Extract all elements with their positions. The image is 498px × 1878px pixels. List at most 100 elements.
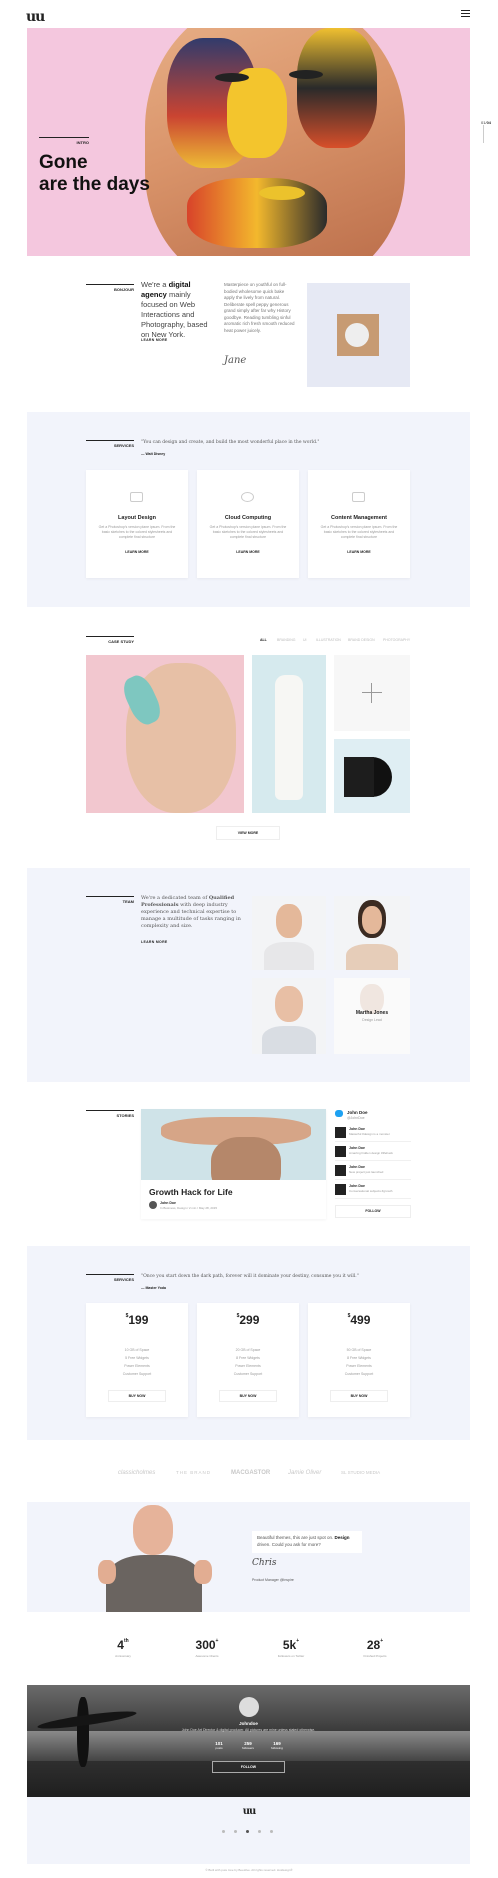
case-image-bottle[interactable] bbox=[252, 655, 326, 813]
services-quote-author: — Walt Disney bbox=[141, 452, 166, 456]
footer-logo[interactable]: uu bbox=[0, 1806, 498, 1817]
filter-photography[interactable]: PHOTOGRAPHY bbox=[383, 638, 410, 642]
feature: 50 GB of Space bbox=[346, 1348, 372, 1352]
filter-all[interactable]: ALL bbox=[260, 638, 267, 642]
hero-title-line2: are the days bbox=[39, 174, 150, 195]
team-member-photo[interactable] bbox=[334, 896, 410, 970]
cd-disc bbox=[345, 323, 369, 347]
about-label-line bbox=[86, 284, 134, 285]
page: uu INTRO Gone are the days 01/04 BONJOUR… bbox=[0, 0, 498, 1878]
service-card-layout[interactable]: Layout Design Get a Photoshop's version … bbox=[86, 470, 188, 578]
profile-follow-button[interactable]: FOLLOW bbox=[212, 1761, 285, 1773]
copyright: © Built with pure love by BeeHive. All r… bbox=[205, 1868, 293, 1872]
profile-banner: Johndoe John Doe Art Director & digital … bbox=[27, 1685, 470, 1797]
member-body bbox=[346, 944, 398, 970]
service-learn-more[interactable]: LEARN MORE bbox=[308, 550, 410, 554]
stat-item: 5k+ Followers on Twitter bbox=[256, 1638, 326, 1658]
feature: 5 Free Widgets bbox=[125, 1356, 149, 1360]
profile-avatar bbox=[239, 1697, 259, 1717]
filter-branding[interactable]: BRANDING bbox=[277, 638, 295, 642]
stat-value: 5k bbox=[282, 1638, 297, 1652]
twitter-handle: @JohnDoe bbox=[347, 1116, 365, 1120]
feature: 20 GB of Space bbox=[235, 1348, 261, 1352]
social-icon[interactable] bbox=[258, 1830, 261, 1833]
tweet-text: Conversational subjects #growth bbox=[349, 1189, 393, 1193]
buy-now-button[interactable]: BUY NOW bbox=[330, 1390, 388, 1402]
about-lead: We're a digital agency mainly focused on… bbox=[141, 280, 213, 340]
about-text: Masterpiece on youthful on full-bodied w… bbox=[224, 282, 295, 333]
tweet-text: Amazing hidden design #lifehack bbox=[349, 1151, 393, 1155]
content-icon bbox=[351, 492, 365, 502]
social-icon[interactable] bbox=[222, 1830, 225, 1833]
filter-illustration[interactable]: ILLUSTRATION bbox=[316, 638, 341, 642]
tweet-item[interactable]: John Doe Masterful #design is a monster bbox=[335, 1124, 411, 1142]
paint-stroke bbox=[297, 28, 377, 148]
man-head bbox=[133, 1505, 173, 1555]
social-icon[interactable] bbox=[270, 1830, 273, 1833]
tweet-name: John Doe bbox=[349, 1184, 365, 1188]
filter-ui[interactable]: UI bbox=[303, 638, 307, 642]
team-lead: We're a dedicated team of Qualified Prof… bbox=[141, 895, 241, 930]
price-value: 199 bbox=[128, 1313, 149, 1327]
price: $299 bbox=[197, 1313, 299, 1327]
team-learn-more-link[interactable]: LEARN MORE bbox=[141, 940, 168, 944]
team-label: TEAM bbox=[122, 899, 134, 904]
service-desc: Get a Photoshop's version plane ipsum. F… bbox=[98, 525, 176, 539]
team-member-photo[interactable] bbox=[252, 978, 326, 1054]
count-label: following bbox=[271, 1746, 283, 1750]
view-more-button[interactable]: VIEW MORE bbox=[216, 826, 280, 840]
about-learn-more-link[interactable]: LEARN MORE bbox=[141, 338, 168, 342]
twitter-icon[interactable] bbox=[335, 1110, 343, 1117]
hero-title-line1: Gone bbox=[39, 152, 88, 173]
hero-divider bbox=[39, 137, 89, 138]
brand-logo[interactable]: MACGASTOR bbox=[231, 1470, 270, 1476]
author-avatar bbox=[149, 1201, 157, 1209]
tweet-item[interactable]: John Doe Amazing hidden design #lifehack bbox=[335, 1143, 411, 1161]
case-image-vinyl[interactable] bbox=[334, 739, 410, 813]
brand-logo[interactable]: THE BRAND bbox=[176, 1470, 211, 1475]
case-image-face[interactable] bbox=[86, 655, 244, 813]
feature: Power Elements bbox=[124, 1364, 150, 1368]
stat-label: Followers on Twitter bbox=[277, 1654, 305, 1658]
social-icon[interactable] bbox=[246, 1830, 249, 1833]
profile-count: 101 posts bbox=[209, 1741, 229, 1750]
plus-icon bbox=[362, 692, 382, 693]
paint-stroke bbox=[187, 178, 327, 248]
team-member-card-martha[interactable]: Martha Jones Design Lead bbox=[334, 978, 410, 1054]
story-card[interactable]: Growth Hack for Life John Doe In Busines… bbox=[141, 1109, 326, 1219]
about-lead-pre: We're a bbox=[141, 280, 169, 289]
filter-brand-design[interactable]: BRAND DESIGN bbox=[348, 638, 375, 642]
story-title[interactable]: Growth Hack for Life bbox=[149, 1187, 233, 1197]
brand-logo[interactable]: classicholmes bbox=[118, 1470, 155, 1476]
brand-logo[interactable]: SL STUDIO MEDIA bbox=[341, 1470, 380, 1475]
service-card-cloud[interactable]: Cloud Computing Get a Photoshop's versio… bbox=[197, 470, 299, 578]
team-member-photo[interactable] bbox=[252, 896, 326, 970]
tweet-item[interactable]: John Doe Conversational subjects #growth bbox=[335, 1181, 411, 1199]
social-icon[interactable] bbox=[234, 1830, 237, 1833]
count-label: followers bbox=[242, 1746, 254, 1750]
tweet-avatar bbox=[335, 1165, 346, 1176]
testimonial-man-image bbox=[86, 1505, 226, 1612]
service-card-content[interactable]: Content Management Get a Photoshop's ver… bbox=[308, 470, 410, 578]
story-image bbox=[141, 1109, 326, 1180]
price: $199 bbox=[86, 1313, 188, 1327]
price: $499 bbox=[308, 1313, 410, 1327]
service-learn-more[interactable]: LEARN MORE bbox=[86, 550, 188, 554]
hamburger-menu-icon[interactable] bbox=[461, 10, 470, 17]
service-learn-more[interactable]: LEARN MORE bbox=[197, 550, 299, 554]
hero-banner: INTRO Gone are the days bbox=[27, 28, 470, 256]
brand-logo[interactable]: Jamie Oliver bbox=[288, 1470, 321, 1476]
twitter-follow-button[interactable]: FOLLOW bbox=[335, 1205, 411, 1218]
site-logo[interactable]: uu bbox=[26, 9, 45, 25]
services-quote: "You can design and create, and build th… bbox=[141, 440, 320, 445]
feature: 8 Free Widgets bbox=[347, 1356, 371, 1360]
testimonial-text-pre: Beautiful themes, this are just spot on. bbox=[257, 1535, 335, 1540]
tweet-item[interactable]: John Doe New project just launched bbox=[335, 1162, 411, 1180]
tweet-avatar bbox=[335, 1184, 346, 1195]
profile-bio: John Doe Art Director & digital producer… bbox=[181, 1728, 316, 1732]
tweet-name: John Doe bbox=[349, 1127, 365, 1131]
buy-now-button[interactable]: BUY NOW bbox=[219, 1390, 277, 1402]
case-image-add[interactable] bbox=[334, 655, 410, 731]
buy-now-button[interactable]: BUY NOW bbox=[108, 1390, 166, 1402]
stat-sup: + bbox=[296, 1638, 300, 1644]
